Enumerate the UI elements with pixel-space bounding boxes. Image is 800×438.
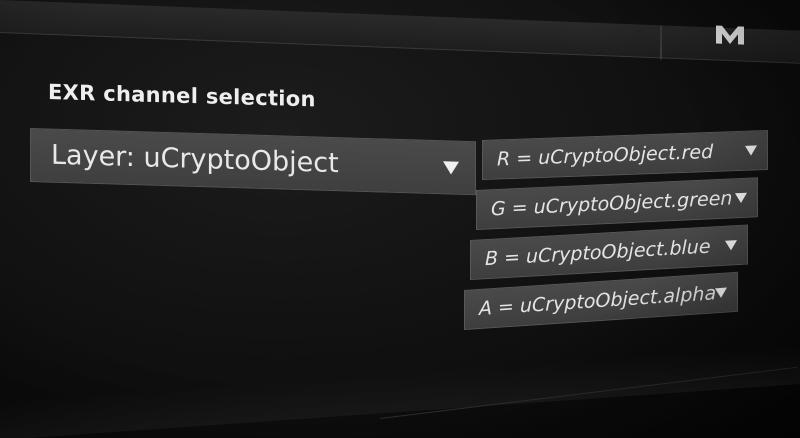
- alpha-channel-dropdown[interactable]: A = uCryptoObject.alpha: [464, 271, 738, 330]
- green-channel-dropdown[interactable]: G = uCryptoObject.green: [476, 177, 758, 230]
- chevron-down-icon: [745, 145, 757, 156]
- chevron-down-icon: [735, 192, 747, 204]
- section-title: EXR channel selection: [48, 80, 316, 112]
- alpha-channel-label: A = uCryptoObject.alpha: [479, 282, 717, 321]
- chevron-down-icon: [715, 287, 727, 299]
- chevron-down-icon: [725, 240, 737, 251]
- blue-channel-dropdown[interactable]: B = uCryptoObject.blue: [470, 224, 748, 280]
- red-channel-dropdown[interactable]: R = uCryptoObject.red: [482, 130, 768, 180]
- screen: EXR channel selection Layer: uCryptoObje…: [0, 0, 800, 438]
- layer-dropdown[interactable]: Layer: uCryptoObject: [30, 128, 476, 196]
- green-channel-label: G = uCryptoObject.green: [491, 187, 733, 221]
- chevron-down-icon: [443, 161, 459, 175]
- blue-channel-label: B = uCryptoObject.blue: [485, 235, 711, 271]
- layer-dropdown-label: Layer: uCryptoObject: [51, 139, 339, 180]
- red-channel-label: R = uCryptoObject.red: [497, 140, 714, 171]
